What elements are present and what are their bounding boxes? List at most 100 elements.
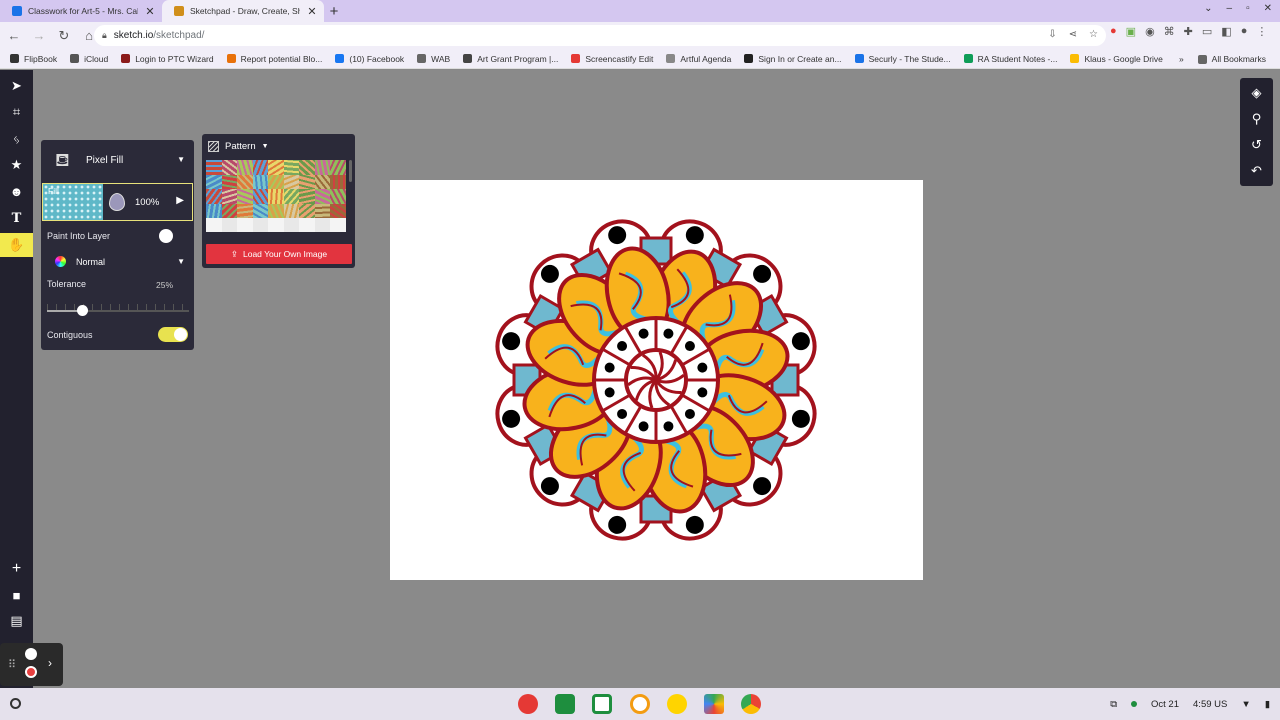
pattern-swatch[interactable]	[314, 203, 330, 218]
fill-tool-icon[interactable]: ✋	[0, 233, 33, 257]
star-shape-icon[interactable]: ★	[2, 153, 31, 177]
pattern-swatch[interactable]	[206, 189, 222, 204]
pause-icon[interactable]	[25, 648, 37, 660]
blend-mode-select[interactable]: Normal	[76, 257, 105, 267]
tolerance-value[interactable]: 25%	[156, 280, 173, 290]
screencastify-icon[interactable]	[518, 694, 538, 714]
pattern-swatch[interactable]	[330, 203, 346, 218]
extension-icon[interactable]: ▣	[1126, 25, 1136, 38]
slider-handle[interactable]	[77, 305, 88, 316]
tolerance-slider[interactable]	[47, 310, 189, 312]
bookmark-item[interactable]: Klaus - Google Drive	[1070, 54, 1163, 64]
forward-icon[interactable]: →	[28, 25, 50, 47]
contiguous-toggle[interactable]	[158, 327, 188, 342]
maximize-icon[interactable]: ▫	[1246, 3, 1250, 14]
pattern-swatch[interactable]	[330, 189, 346, 204]
status-tray[interactable]: ⧉ Oct 21 4:59 US ▼ ▮	[1110, 688, 1270, 720]
close-icon[interactable]: ✕	[306, 5, 318, 18]
pattern-swatch[interactable]	[268, 189, 284, 204]
pattern-swatch[interactable]	[252, 174, 268, 189]
bookmark-item[interactable]: WAB	[417, 54, 450, 64]
play-store-icon[interactable]	[704, 694, 724, 714]
paint-into-layer-toggle[interactable]	[159, 229, 173, 243]
pattern-swatch[interactable]	[268, 203, 284, 218]
launcher-icon[interactable]	[10, 698, 21, 709]
pattern-swatch[interactable]	[237, 203, 253, 218]
pattern-swatch[interactable]	[221, 189, 237, 204]
address-bar[interactable]: 🔒︎ sketch.io/sketchpad/ ⇩ ⋖ ☆	[94, 25, 1106, 46]
cast-icon[interactable]: ▭	[1202, 25, 1212, 38]
pattern-swatch[interactable]	[283, 174, 299, 189]
screen-capture-icon[interactable]: ⧉	[1110, 699, 1117, 710]
pattern-swatch[interactable]	[314, 174, 330, 189]
pattern-swatch[interactable]	[206, 218, 222, 232]
puzzle-icon[interactable]: ✚	[1184, 25, 1193, 38]
bookmark-item[interactable]: Art Grant Program |...	[463, 54, 558, 64]
chevron-right-icon[interactable]: »	[1179, 54, 1184, 64]
keep-icon[interactable]	[667, 694, 687, 714]
tab-sketchpad[interactable]: Sketchpad - Draw, Create, Share ✕	[162, 0, 324, 22]
history-icon[interactable]: ↺	[1240, 132, 1273, 158]
pattern-swatch[interactable]	[252, 160, 268, 175]
pattern-swatch[interactable]	[299, 174, 315, 189]
chrome-icon[interactable]	[741, 694, 761, 714]
pattern-swatch[interactable]	[330, 218, 346, 232]
all-bookmarks-button[interactable]: All Bookmarks	[1197, 54, 1266, 64]
pattern-swatch[interactable]	[237, 160, 253, 175]
chevron-right-icon[interactable]: ›	[48, 656, 52, 670]
zoom-icon[interactable]: ⚲	[1240, 106, 1273, 132]
pattern-swatch[interactable]	[206, 203, 222, 218]
pattern-swatch[interactable]	[283, 218, 299, 232]
pattern-swatch[interactable]	[221, 160, 237, 175]
pattern-swatch[interactable]	[221, 218, 237, 232]
text-tool-icon[interactable]: T	[2, 206, 31, 230]
pattern-swatch[interactable]	[314, 160, 330, 175]
pattern-swatch[interactable]	[299, 160, 315, 175]
extension-icon[interactable]: ◉	[1145, 25, 1155, 38]
install-icon[interactable]: ⇩	[1048, 29, 1056, 40]
fill-style-picker[interactable]: Fill 100% ▶	[42, 183, 193, 221]
pattern-swatch[interactable]	[283, 189, 299, 204]
pattern-swatch[interactable]	[252, 203, 268, 218]
load-image-button[interactable]: ⇪ Load Your Own Image	[206, 244, 352, 264]
profile-icon[interactable]: ●	[1241, 25, 1248, 38]
pattern-swatch[interactable]	[206, 174, 222, 189]
brush-tool-icon[interactable]: ᛃ	[2, 127, 31, 151]
pattern-swatch[interactable]	[299, 189, 315, 204]
folder-icon[interactable]: ■	[2, 583, 31, 607]
caret-down-icon[interactable]: ▼	[177, 257, 185, 266]
bookmark-item[interactable]: Screencastify Edit	[571, 54, 653, 64]
drawing-canvas[interactable]	[390, 180, 923, 580]
pattern-swatch[interactable]	[299, 218, 315, 232]
pattern-swatch[interactable]	[268, 174, 284, 189]
layers-icon[interactable]: ◈	[1240, 80, 1273, 106]
pattern-dropdown[interactable]: Pattern ▼	[208, 141, 269, 152]
pattern-swatch[interactable]	[268, 218, 284, 232]
reload-icon[interactable]: ↻	[53, 25, 75, 47]
star-icon[interactable]: ☆	[1089, 29, 1098, 40]
stop-record-icon[interactable]	[25, 666, 37, 678]
pattern-swatch[interactable]	[283, 160, 299, 175]
pattern-swatch[interactable]	[221, 174, 237, 189]
caret-right-icon[interactable]: ▶	[176, 195, 184, 206]
camera-icon[interactable]	[630, 694, 650, 714]
drag-handle-icon[interactable]: ⠿	[8, 658, 16, 671]
sidepanel-icon[interactable]: ◧	[1221, 25, 1231, 38]
bookmark-item[interactable]: (10) Facebook	[335, 54, 404, 64]
scrollbar[interactable]	[349, 160, 352, 182]
pattern-swatch[interactable]	[221, 203, 237, 218]
pattern-swatch[interactable]	[206, 160, 222, 175]
pattern-swatch[interactable]	[252, 189, 268, 204]
save-icon[interactable]: ▤	[2, 609, 31, 633]
pattern-swatch[interactable]	[314, 189, 330, 204]
chevron-down-icon[interactable]: ⌄	[1204, 3, 1212, 14]
pattern-swatch[interactable]	[237, 174, 253, 189]
bookmark-item[interactable]: Artful Agenda	[666, 54, 731, 64]
bookmark-item[interactable]: iCloud	[70, 54, 108, 64]
pattern-swatch[interactable]	[330, 174, 346, 189]
opacity-drop-icon[interactable]	[109, 193, 125, 211]
undo-icon[interactable]: ↶	[1240, 158, 1273, 184]
bookmark-item[interactable]: Login to PTC Wizard	[121, 54, 214, 64]
sheets-icon[interactable]	[592, 694, 612, 714]
add-icon[interactable]: +	[2, 557, 31, 581]
